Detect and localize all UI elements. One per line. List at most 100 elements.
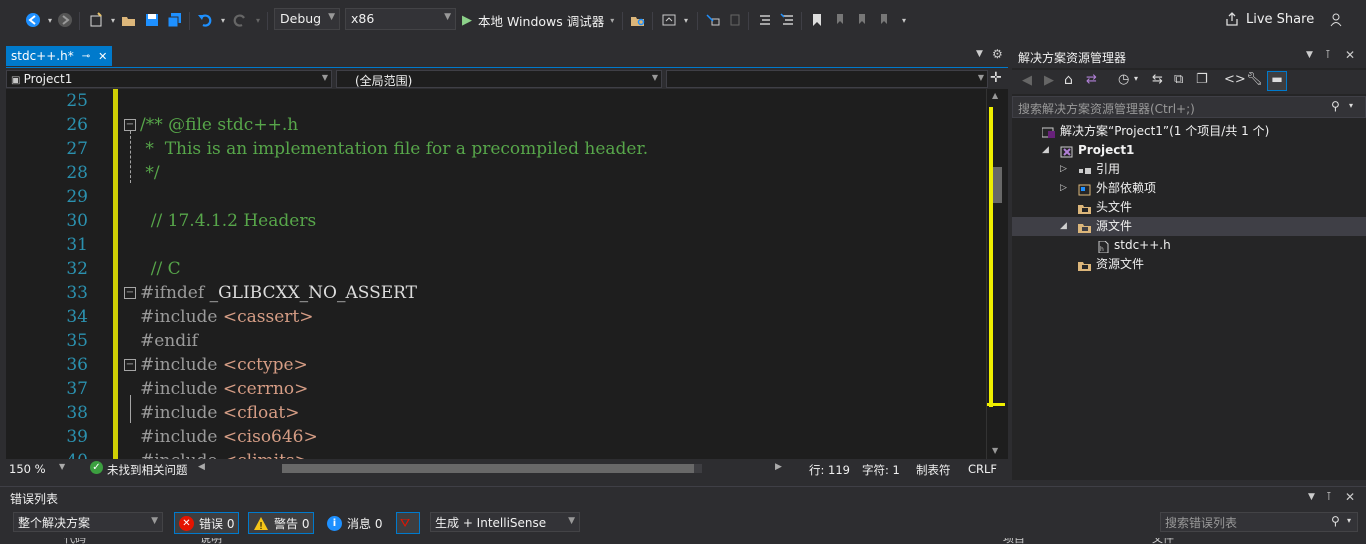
show-all-files-icon[interactable]: ❐ — [1196, 72, 1208, 87]
collapse-all-icon[interactable]: ⧉ — [1174, 72, 1183, 87]
tree-item[interactable]: ◢ Project1 — [1012, 141, 1366, 160]
column-file[interactable]: 文件 — [1152, 538, 1174, 544]
tree-item[interactable]: 资源文件 — [1012, 255, 1366, 274]
next-bookmark-icon[interactable] — [853, 11, 871, 29]
bookmark-icon[interactable] — [808, 11, 826, 29]
start-debugging-button[interactable]: ▶ 本地 Windows 调试器 ▾ — [462, 9, 614, 31]
line-ending-indicator[interactable]: CRLF — [968, 462, 997, 476]
close-icon[interactable]: ✕ — [1345, 490, 1355, 504]
tab-stdcpp-h[interactable]: stdc++.h* ⊸ ✕ — [6, 46, 112, 66]
preview-selected-icon[interactable]: ▬ — [1267, 71, 1287, 91]
gear-icon[interactable]: ⚙ — [992, 47, 1003, 61]
wrench-icon[interactable]: 🔧︎ — [1246, 72, 1263, 87]
solution-search-input[interactable]: 搜索解决方案资源管理器(Ctrl+;) ⚲ ▾ — [1012, 96, 1366, 118]
configuration-select[interactable]: Debug ▼ — [274, 8, 340, 30]
step-over-icon[interactable] — [726, 11, 744, 29]
zoom-dropdown-icon[interactable]: ▼ — [59, 462, 65, 471]
switch-views-icon[interactable]: ⇄ — [1086, 72, 1097, 87]
scroll-up-icon[interactable]: ▲ — [992, 91, 998, 100]
pin-icon[interactable]: ⊺ — [1326, 490, 1332, 503]
previous-bookmark-icon[interactable] — [831, 11, 849, 29]
sync-icon[interactable]: ⇆ — [1152, 72, 1163, 87]
chevron-down-icon: ▾ — [610, 15, 615, 25]
collapse-icon[interactable]: − — [124, 119, 136, 131]
zoom-level[interactable]: 150 % — [9, 462, 46, 476]
uncomment-lines-icon[interactable] — [779, 11, 797, 29]
browser-icon[interactable] — [660, 11, 678, 29]
filter-button[interactable]: ⛛ — [396, 512, 420, 534]
column-description[interactable]: 说明 — [200, 538, 222, 544]
redo-icon[interactable] — [231, 11, 249, 29]
tab-mode-indicator[interactable]: 制表符 — [916, 462, 951, 478]
forward-icon[interactable]: ▶ — [1044, 73, 1054, 88]
horizontal-scroll-thumb[interactable] — [282, 464, 694, 473]
save-icon[interactable] — [143, 11, 161, 29]
back-icon[interactable] — [24, 11, 42, 29]
new-project-icon[interactable] — [87, 11, 105, 29]
back-icon[interactable]: ◀ — [1022, 73, 1032, 88]
window-menu-icon[interactable]: ▼ — [1306, 50, 1313, 60]
live-share-button[interactable]: Live Share — [1224, 11, 1314, 27]
tree-item[interactable]: 解决方案“Project1”(1 个项目/共 1 个) — [1012, 122, 1366, 141]
pin-icon[interactable]: ⊸ — [82, 51, 90, 62]
collapse-icon[interactable]: ◢ — [1042, 141, 1049, 160]
horizontal-scrollbar[interactable] — [282, 464, 702, 473]
redo-dropdown-icon[interactable]: ▾ — [249, 11, 267, 29]
column-code[interactable]: 代码 — [64, 538, 86, 544]
expand-icon[interactable]: ▷ — [1060, 160, 1067, 179]
search-options-icon[interactable]: ▾ — [1349, 101, 1353, 110]
project-select[interactable]: ▣ Project1 ▼ — [6, 70, 332, 88]
pin-icon[interactable]: ⊺ — [1325, 48, 1331, 61]
save-all-icon[interactable] — [166, 11, 184, 29]
split-window-icon[interactable]: ✛ — [990, 70, 1002, 86]
collapse-icon[interactable]: − — [124, 359, 136, 371]
errors-filter-button[interactable]: ✕ 错误 0 — [174, 512, 240, 534]
scroll-down-icon[interactable]: ▼ — [992, 446, 998, 455]
warnings-filter-button[interactable]: ! 警告 0 — [248, 512, 315, 534]
column-project[interactable]: 项目 — [1003, 538, 1025, 544]
search-options-icon[interactable]: ▾ — [1347, 516, 1351, 525]
search-icon[interactable]: ⚲ — [1331, 514, 1340, 528]
error-scope-select[interactable]: 整个解决方案 ▼ — [13, 512, 163, 532]
expand-icon[interactable]: ▷ — [1060, 179, 1067, 198]
vertical-scrollbar[interactable]: ▲ ▼ — [986, 89, 1008, 459]
tree-item[interactable]: h stdc++.h — [1012, 236, 1366, 255]
close-icon[interactable]: ✕ — [1345, 48, 1355, 62]
undo-icon[interactable] — [196, 11, 214, 29]
scroll-thumb[interactable] — [993, 167, 1002, 203]
undo-dropdown-icon[interactable]: ▾ — [214, 11, 232, 29]
code-editor[interactable]: 25262728293031323334353637383940 −/** @f… — [6, 89, 986, 459]
forward-icon[interactable] — [56, 11, 74, 29]
view-code-icon[interactable]: <> — [1224, 72, 1246, 87]
collapse-icon[interactable]: − — [124, 287, 136, 299]
toolbar-overflow-icon[interactable]: ▾ — [895, 11, 913, 29]
scroll-left-icon[interactable]: ◀ — [198, 462, 205, 472]
open-icon[interactable] — [120, 11, 138, 29]
history-dropdown-icon[interactable]: ▾ — [1134, 74, 1138, 83]
scope-select[interactable]: (全局范围) ▼ — [336, 70, 662, 88]
feedback-icon[interactable] — [1328, 11, 1346, 29]
history-icon[interactable]: ◷ — [1118, 72, 1129, 87]
build-filter-select[interactable]: 生成 + IntelliSense ▼ — [430, 512, 580, 532]
find-in-files-icon[interactable] — [629, 11, 647, 29]
browser-dropdown-icon[interactable]: ▾ — [677, 11, 695, 29]
window-menu-icon[interactable]: ▼ — [1308, 492, 1315, 502]
error-search-input[interactable]: 搜索错误列表 ⚲ ▾ — [1160, 512, 1358, 532]
home-icon[interactable]: ⌂ — [1064, 72, 1073, 88]
close-icon[interactable]: ✕ — [98, 50, 107, 63]
scroll-right-icon[interactable]: ▶ — [775, 462, 782, 472]
tree-item[interactable]: ▷ 外部依赖项 — [1012, 179, 1366, 198]
step-into-icon[interactable] — [704, 11, 722, 29]
tree-item[interactable]: ▷ 引用 — [1012, 160, 1366, 179]
comment-lines-icon[interactable] — [756, 11, 774, 29]
issues-status[interactable]: 未找到相关问题 — [107, 462, 188, 478]
search-icon[interactable]: ⚲ — [1331, 99, 1340, 113]
messages-filter-button[interactable]: i 消息 0 — [322, 512, 388, 534]
platform-select[interactable]: x86 ▼ — [345, 8, 456, 30]
clear-bookmarks-icon[interactable] — [875, 11, 893, 29]
tree-item[interactable]: ◢ 源文件 — [1012, 217, 1366, 236]
member-select[interactable]: ▼ — [666, 70, 988, 88]
collapse-icon[interactable]: ◢ — [1060, 217, 1067, 236]
tree-item[interactable]: 头文件 — [1012, 198, 1366, 217]
tab-list-dropdown-icon[interactable]: ▼ — [976, 49, 983, 59]
